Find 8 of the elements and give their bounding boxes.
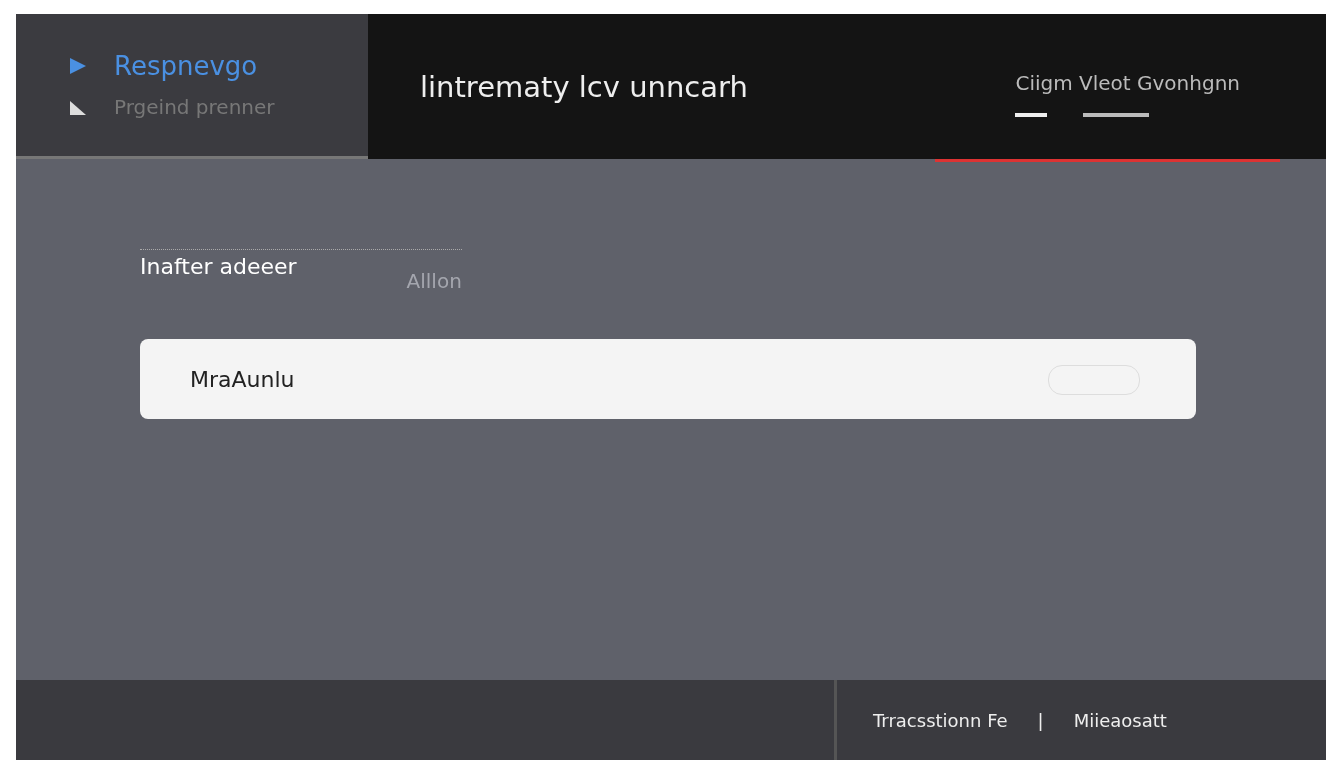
separator-text: | [1037,709,1044,731]
account-name[interactable]: Ciigm Vleot Gvonhgnn [1015,71,1240,95]
footer-text: Trracsstionn Fe [873,709,1008,731]
footer-link[interactable]: Miieaosatt [1073,709,1167,731]
field-label: Inafter adeeer [140,254,297,279]
page-title: lintrematy lcv unncarh [420,69,748,104]
hint-text: Alllon [406,269,462,293]
input-field[interactable]: MraAunlu [140,339,1196,419]
